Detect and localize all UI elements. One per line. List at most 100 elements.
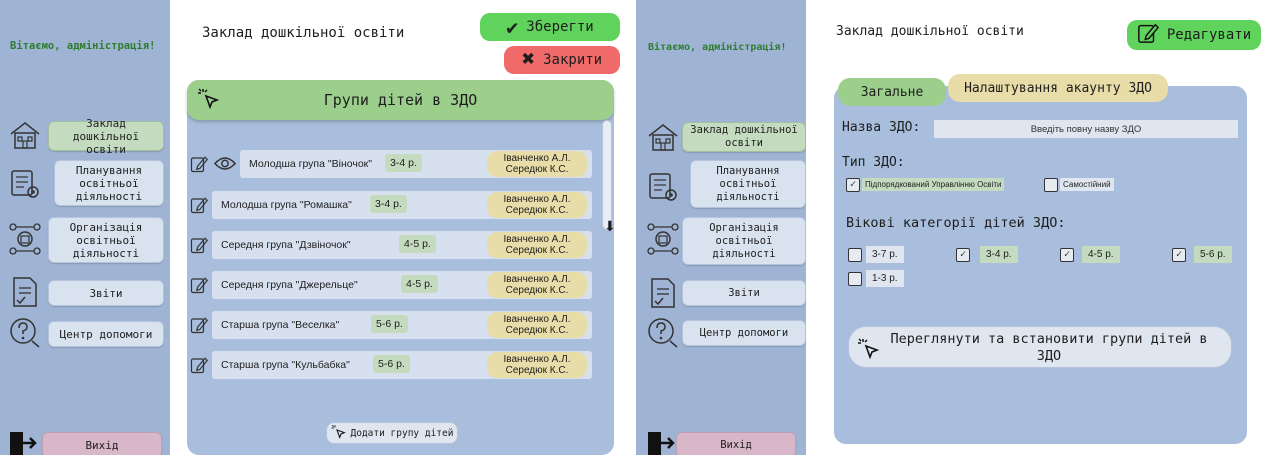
nav-reports-button[interactable]: Звіти (682, 280, 806, 306)
pencil-icon (1137, 22, 1159, 48)
age-checkbox-4[interactable]: ✓ (1172, 248, 1186, 262)
planning-icon (8, 167, 42, 201)
teacher-name: Середюк К.С. (505, 365, 569, 376)
exit-button[interactable]: Вихід (676, 432, 796, 455)
cursor-click-icon (197, 87, 221, 115)
group-teachers: Іванченко А.Л. Середюк К.С. (487, 352, 587, 378)
teacher-name: Іванченко А.Л. (503, 314, 571, 325)
age-option-3: 4-5 р. (1082, 246, 1120, 263)
edit-pencil-icon[interactable] (190, 316, 209, 334)
age-label: Вікові категорії дітей ЗДО: (846, 215, 1066, 231)
page-title: Заклад дошкільної освіти (202, 25, 405, 41)
add-group-button[interactable]: Додати групу дітей (326, 422, 458, 444)
nav-organization-button[interactable]: Організація освітньої діяльності (48, 217, 164, 263)
nav-help-button[interactable]: Центр допомоги (48, 321, 164, 347)
edit-pencil-icon[interactable] (190, 196, 209, 214)
welcome-text: Вітаємо, адміністрація! (10, 40, 156, 52)
teacher-name: Середюк К.С. (505, 285, 569, 296)
group-name: Середня група "Джерельце" (221, 279, 358, 291)
group-age-badge: 4-5 р. (401, 275, 438, 293)
help-icon (646, 316, 680, 350)
group-teachers: Іванченко А.Л. Середюк К.С. (487, 312, 587, 338)
nav-reports-button[interactable]: Звіти (48, 280, 164, 306)
name-input[interactable]: Введіть повну назву ЗДО (934, 120, 1238, 138)
type-checkbox-2[interactable] (1044, 178, 1058, 192)
group-age-badge: 5-6 р. (373, 355, 410, 373)
chevron-down-icon[interactable]: ⬇ (604, 220, 616, 234)
scrollbar[interactable] (602, 120, 612, 230)
type-label: Тип ЗДО: (842, 155, 905, 170)
groups-panel-header: Групи дітей в ЗДО (187, 80, 614, 120)
nav-help-button[interactable]: Центр допомоги (682, 320, 806, 346)
nav-planning-button[interactable]: Планування освітньої діяльності (690, 160, 806, 208)
organization-icon (646, 222, 680, 256)
group-age-badge: 3-4 р. (370, 195, 407, 213)
edit-pencil-icon[interactable] (190, 236, 209, 254)
groups-panel (187, 80, 614, 455)
teacher-name: Іванченко А.Л. (503, 153, 571, 164)
teacher-name: Іванченко А.Л. (503, 194, 571, 205)
age-checkbox-3[interactable]: ✓ (1060, 248, 1074, 262)
teacher-name: Середюк К.С. (505, 205, 569, 216)
group-name: Середня група "Дзвіночок" (221, 239, 351, 251)
age-checkbox-1[interactable] (848, 248, 862, 262)
nav-organization-button[interactable]: Організація освітньої діяльності (682, 217, 806, 265)
reports-icon (8, 275, 42, 309)
help-icon (8, 316, 42, 350)
exit-icon (8, 430, 38, 455)
school-icon (8, 118, 42, 152)
type-option-2: Самостійний (1060, 178, 1114, 191)
edit-pencil-icon[interactable] (190, 155, 209, 173)
tab-account-settings[interactable]: Налаштування акаунту ЗДО (948, 74, 1168, 102)
group-name: Старша група "Кульбабка" (221, 359, 350, 371)
group-teachers: Іванченко А.Л. Середюк К.С. (487, 232, 587, 258)
group-row[interactable]: Старша група "Веселка" 5-6 р. Іванченко А.… (212, 311, 592, 339)
age-checkbox-5[interactable] (848, 272, 862, 286)
edit-pencil-icon[interactable] (190, 356, 209, 374)
group-teachers: Іванченко А.Л. Середюк К.С. (487, 192, 587, 218)
age-option-2: 3-4 р. (980, 246, 1018, 263)
group-name: Молодша група "Ромашка" (221, 199, 352, 211)
group-row[interactable]: Середня група "Джерельце" 4-5 р. Іванченко… (212, 271, 592, 299)
teacher-name: Середюк К.С. (505, 245, 569, 256)
nav-institution-button[interactable]: Заклад дошкільної освіти (48, 117, 164, 156)
school-icon (646, 120, 680, 154)
type-option-1: Підпорядкований Управлінню Освіти (862, 178, 1005, 191)
tab-general[interactable]: Загальне (838, 78, 946, 106)
planning-icon (646, 170, 680, 204)
exit-button[interactable]: Вихід (42, 432, 162, 455)
group-row[interactable]: Молодша група "Віночок" 3-4 р. Іванченко А… (240, 150, 592, 178)
edit-button[interactable]: Редагувати (1127, 20, 1261, 50)
cursor-click-icon (331, 424, 347, 443)
welcome-text: Вітаємо, адміністрація! (648, 42, 787, 53)
teacher-name: Середюк К.С. (505, 164, 569, 175)
organization-icon (8, 222, 42, 256)
age-option-1: 3-7 р. (866, 246, 904, 263)
exit-icon (646, 430, 676, 455)
group-age-badge: 5-6 р. (371, 315, 408, 333)
check-icon: ✔ (506, 15, 519, 39)
group-row[interactable]: Середня група "Дзвіночок" 4-5 р. Іванченко… (212, 231, 592, 259)
age-option-4: 5-6 р. (1194, 246, 1232, 263)
save-button[interactable]: ✔ Зберегти (480, 13, 620, 41)
group-row[interactable]: Молодша група "Ромашка" 3-4 р. Іванченко А… (212, 191, 592, 219)
view-groups-button[interactable]: Переглянути та встановити групи дітей в … (848, 326, 1232, 368)
group-teachers: Іванченко А.Л. Середюк К.С. (487, 151, 587, 177)
teacher-name: Іванченко А.Л. (503, 234, 571, 245)
nav-institution-button[interactable]: Заклад дошкільної освіти (682, 122, 806, 152)
settings-panel (834, 86, 1247, 444)
group-teachers: Іванченко А.Л. Середюк К.С. (487, 272, 587, 298)
edit-pencil-icon[interactable] (190, 276, 209, 294)
type-checkbox-1[interactable]: ✓ (846, 178, 860, 192)
nav-planning-button[interactable]: Планування освітньої діяльності (54, 160, 164, 206)
teacher-name: Іванченко А.Л. (503, 274, 571, 285)
close-icon: ✖ (521, 47, 536, 72)
page-title: Заклад дошкільної освіти (836, 24, 1024, 39)
age-checkbox-2[interactable]: ✓ (956, 248, 970, 262)
group-age-badge: 3-4 р. (385, 154, 422, 172)
cursor-click-icon (857, 337, 881, 366)
eye-icon[interactable] (213, 156, 237, 174)
close-button[interactable]: ✖ Закрити (504, 46, 620, 74)
group-age-badge: 4-5 р. (399, 235, 436, 253)
group-row[interactable]: Старша група "Кульбабка" 5-6 р. Іванченко … (212, 351, 592, 379)
